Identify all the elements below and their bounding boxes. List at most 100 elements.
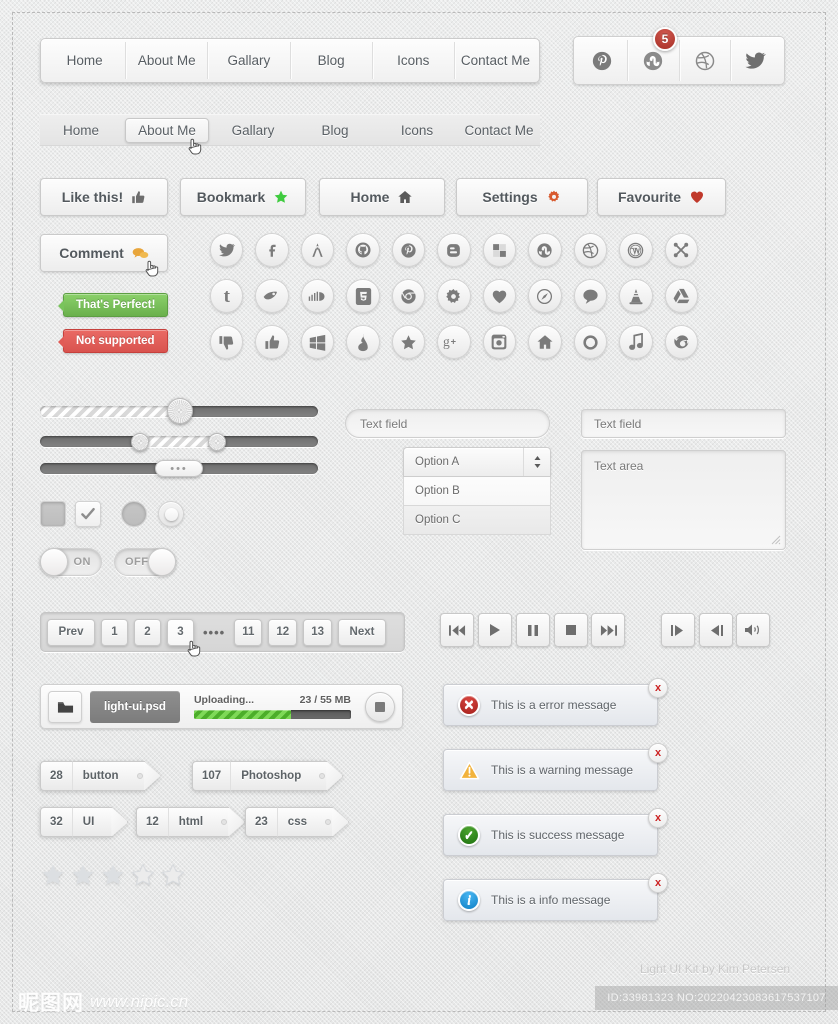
- navbar-item-contact-me[interactable]: Contact Me: [455, 42, 536, 79]
- pinterest-icon[interactable]: [391, 233, 426, 267]
- select-option-c[interactable]: Option C: [403, 506, 551, 535]
- pagination-page-1[interactable]: 1: [101, 618, 128, 646]
- home-icon[interactable]: [528, 325, 562, 359]
- navbar2-item-icons[interactable]: Icons: [376, 119, 458, 142]
- gear-icon[interactable]: [437, 279, 471, 313]
- rating-star-empty-5[interactable]: [160, 862, 186, 888]
- navbar-secondary[interactable]: Home About Me Gallary Blog Icons Contact…: [40, 114, 540, 146]
- google-plus-icon[interactable]: g +: [437, 325, 471, 359]
- pagination[interactable]: Prev 1 2 3 •••• 11 12 13 Next: [40, 612, 405, 652]
- rating-star-filled-3[interactable]: [100, 862, 126, 888]
- bookmark-button[interactable]: Bookmark: [180, 178, 306, 216]
- upload-folder-button[interactable]: [48, 690, 82, 723]
- media-next-track-button[interactable]: [591, 613, 625, 647]
- instagram-icon[interactable]: [482, 325, 517, 359]
- alert-success[interactable]: ✓ This is success message: [443, 814, 658, 856]
- html5-icon[interactable]: [346, 279, 380, 313]
- dribbble-icon[interactable]: [573, 233, 608, 267]
- navbar-item-gallary[interactable]: Gallary: [208, 42, 291, 79]
- toggle-on-knob[interactable]: [40, 548, 68, 576]
- compass-icon[interactable]: [528, 279, 562, 313]
- settings-button[interactable]: Settings: [456, 178, 588, 216]
- tag-ui[interactable]: 32 UI: [40, 807, 129, 837]
- navbar-item-blog[interactable]: Blog: [291, 42, 373, 79]
- radio-unchecked[interactable]: [121, 501, 147, 527]
- pagination-page-3[interactable]: 3: [167, 618, 194, 646]
- chrome-icon[interactable]: [391, 279, 426, 313]
- pagination-page-2[interactable]: 2: [134, 618, 161, 646]
- tag-html[interactable]: 12 html: [136, 807, 246, 837]
- navbar2-item-home[interactable]: Home: [40, 119, 122, 142]
- single-slider-handle[interactable]: [167, 398, 193, 424]
- media-volume-button[interactable]: [736, 613, 770, 647]
- navbar-item-icons[interactable]: Icons: [373, 42, 455, 79]
- textarea-field[interactable]: Text area: [581, 450, 786, 550]
- delicious-icon[interactable]: [255, 279, 289, 313]
- media-step-forward-button[interactable]: [661, 613, 695, 647]
- stumbleupon-icon[interactable]: [528, 233, 562, 267]
- music-icon[interactable]: [619, 325, 653, 359]
- pagination-prev-button[interactable]: Prev: [47, 618, 95, 646]
- media-pause-button[interactable]: [516, 613, 550, 647]
- pagination-page-11[interactable]: 11: [234, 618, 263, 646]
- tag-button[interactable]: 28 button: [40, 761, 162, 791]
- microsoft-icon[interactable]: [482, 233, 517, 267]
- home-button[interactable]: Home: [319, 178, 445, 216]
- upload-stop-button[interactable]: [365, 691, 395, 722]
- tag-photoshop[interactable]: 107 Photoshop: [192, 761, 344, 791]
- media-play-button[interactable]: [478, 613, 512, 647]
- media-step-back-button[interactable]: [699, 613, 733, 647]
- favourite-button[interactable]: Favourite: [597, 178, 726, 216]
- alert-success-close-button[interactable]: x: [648, 808, 668, 828]
- file-upload-widget[interactable]: light-ui.psd Uploading... 23 / 55 MB: [40, 684, 403, 729]
- resize-grip-icon[interactable]: [770, 534, 781, 545]
- google-drive-icon[interactable]: [664, 279, 698, 313]
- windows-icon[interactable]: [300, 325, 335, 359]
- recycle-icon[interactable]: [573, 325, 608, 359]
- thumbs-down-icon[interactable]: [210, 325, 244, 359]
- joomla-icon[interactable]: [664, 233, 698, 267]
- alert-error-close-button[interactable]: x: [648, 678, 668, 698]
- star-rating[interactable]: [40, 862, 186, 888]
- navbar2-item-about-me[interactable]: About Me: [125, 117, 209, 143]
- blogger-icon[interactable]: [437, 233, 471, 267]
- radio-checked[interactable]: [158, 501, 184, 527]
- select-dropdown[interactable]: Option A Option B Option C: [403, 447, 551, 535]
- navbar2-item-contact-me[interactable]: Contact Me: [458, 119, 540, 142]
- star-icon[interactable]: [391, 325, 426, 359]
- select-option-b[interactable]: Option B: [403, 477, 551, 506]
- select-stepper-arrows-icon[interactable]: [523, 448, 550, 476]
- rating-star-filled-2[interactable]: [70, 862, 96, 888]
- pagination-page-13[interactable]: 13: [303, 618, 332, 646]
- social-share-panel[interactable]: [573, 36, 785, 85]
- traffic-cone-icon[interactable]: [619, 279, 653, 313]
- range-slider-handle-low[interactable]: [131, 433, 149, 451]
- comment-icon[interactable]: [573, 279, 608, 313]
- rating-star-empty-4[interactable]: [130, 862, 156, 888]
- apache-icon[interactable]: [300, 233, 335, 267]
- checkbox-checked[interactable]: [75, 501, 101, 527]
- tumblr-icon[interactable]: t: [210, 279, 244, 313]
- rating-star-filled-1[interactable]: [40, 862, 66, 888]
- navbar2-item-gallary[interactable]: Gallary: [212, 119, 294, 142]
- tag-css[interactable]: 23 css: [245, 807, 350, 837]
- facebook-icon[interactable]: [255, 233, 289, 267]
- range-slider-handle-high[interactable]: [208, 433, 226, 451]
- wordpress-icon[interactable]: [619, 233, 653, 267]
- toggle-off[interactable]: OFF: [114, 548, 176, 576]
- alert-info[interactable]: i This is a info message: [443, 879, 658, 921]
- social-pinterest-button[interactable]: [577, 40, 629, 81]
- pill-slider-handle[interactable]: •••: [155, 460, 203, 477]
- heart-icon[interactable]: [482, 279, 517, 313]
- like-this-button[interactable]: Like this!: [40, 178, 168, 216]
- github-icon[interactable]: [346, 233, 380, 267]
- navbar-item-home[interactable]: Home: [44, 42, 127, 79]
- alert-error[interactable]: ✕ This is a error message: [443, 684, 658, 726]
- navbar2-item-blog[interactable]: Blog: [294, 119, 376, 142]
- navbar-item-about-me[interactable]: About Me: [126, 42, 209, 79]
- select-head[interactable]: Option A: [403, 447, 551, 477]
- fire-icon[interactable]: [346, 325, 380, 359]
- media-stop-button[interactable]: [554, 613, 588, 647]
- range-slider-track[interactable]: [40, 436, 318, 447]
- thumbs-up-icon[interactable]: [255, 325, 289, 359]
